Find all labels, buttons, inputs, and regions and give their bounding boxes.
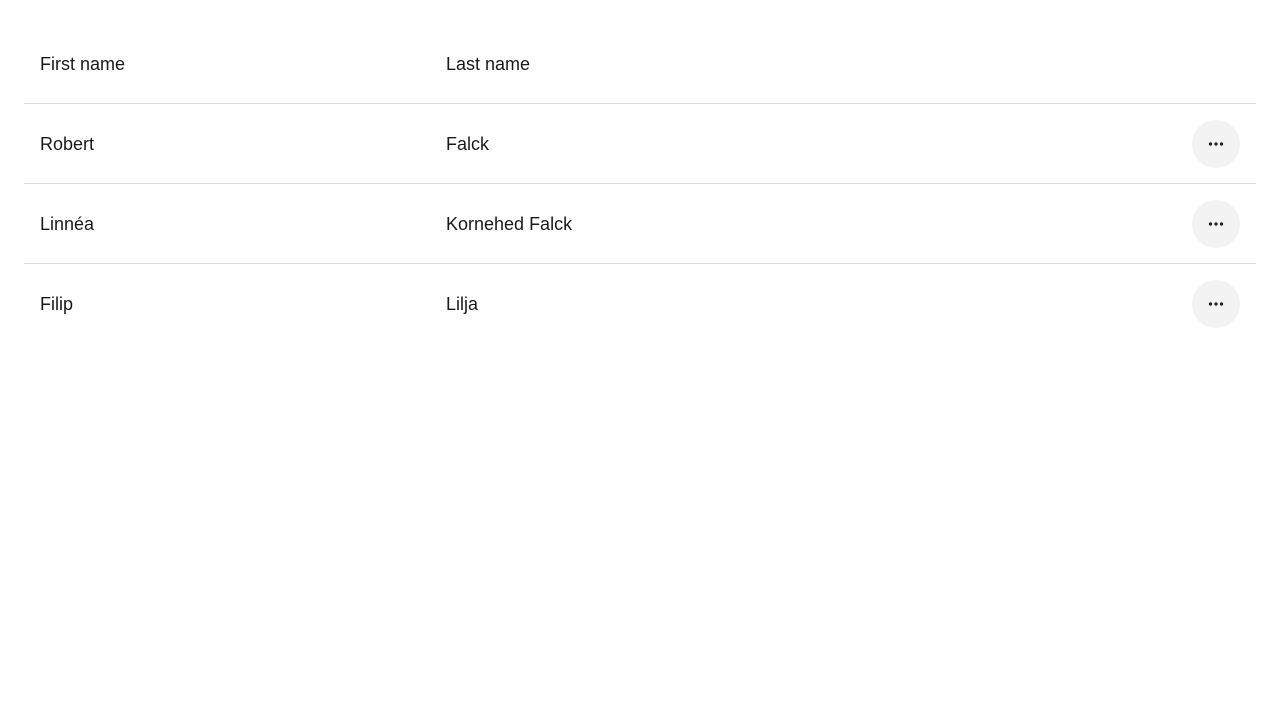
first-name-cell: Filip [40,294,74,314]
table-row: Linnéa Kornehed Falck [24,184,1256,264]
row-actions-button[interactable] [1192,120,1240,168]
people-table: First name Last name Robert Falck Linnéa… [24,24,1256,344]
last-name-cell: Falck [446,134,490,154]
table-row: Robert Falck [24,104,1256,184]
column-header-first-name: First name [40,54,126,74]
table-row: Filip Lilja [24,264,1256,344]
more-horizontal-icon [1208,222,1224,226]
more-horizontal-icon [1208,302,1224,306]
first-name-cell: Robert [40,134,95,154]
table-header-row: First name Last name [24,24,1256,104]
last-name-cell: Lilja [446,294,479,314]
column-header-last-name: Last name [446,54,531,74]
more-horizontal-icon [1208,142,1224,146]
row-actions-button[interactable] [1192,200,1240,248]
row-actions-button[interactable] [1192,280,1240,328]
first-name-cell: Linnéa [40,214,95,234]
last-name-cell: Kornehed Falck [446,214,573,234]
